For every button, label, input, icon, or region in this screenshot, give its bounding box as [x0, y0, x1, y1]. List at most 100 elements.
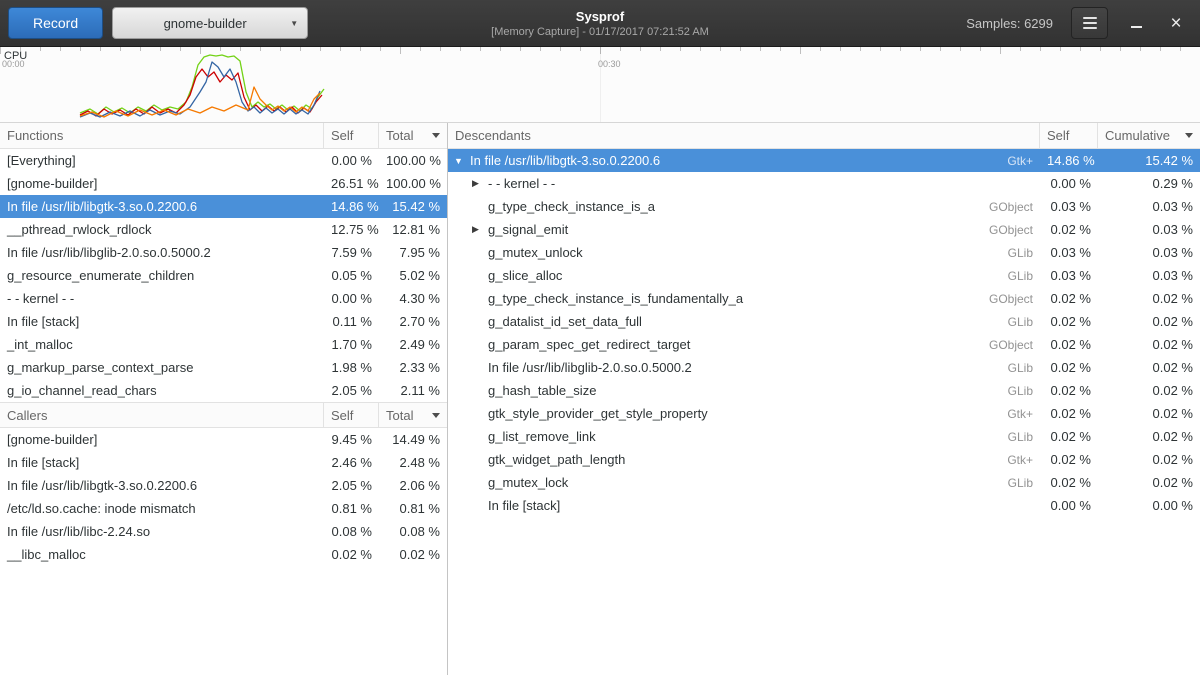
- table-row[interactable]: In file [stack]0.11 %2.70 %: [0, 310, 447, 333]
- expander-open-icon[interactable]: ▼: [454, 156, 467, 166]
- descendant-name-cell: In file /usr/lib/libglib-2.0.so.0.5000.2…: [448, 360, 1040, 375]
- table-row[interactable]: __libc_malloc0.02 %0.02 %: [0, 543, 447, 566]
- close-icon: ×: [1170, 14, 1181, 33]
- table-row[interactable]: In file /usr/lib/libglib-2.0.so.0.5000.2…: [0, 241, 447, 264]
- function-name: __libc_malloc: [0, 547, 324, 562]
- column-header-cumulative[interactable]: Cumulative: [1098, 123, 1200, 148]
- function-name: In file /usr/lib/libglib-2.0.so.0.5000.2: [0, 245, 324, 260]
- function-name: _int_malloc: [0, 337, 324, 352]
- table-row[interactable]: [Everything]0.00 %100.00 %: [0, 149, 447, 172]
- descendant-name-cell: g_type_check_instance_is_aGObject: [448, 199, 1040, 214]
- table-row[interactable]: g_mutex_unlockGLib0.03 %0.03 %: [448, 241, 1200, 264]
- table-row[interactable]: g_mutex_lockGLib0.02 %0.02 %: [448, 471, 1200, 494]
- table-row[interactable]: g_io_channel_read_chars2.05 %2.11 %: [0, 379, 447, 402]
- library-badge: GObject: [979, 223, 1033, 237]
- table-row[interactable]: ▼In file /usr/lib/libgtk-3.so.0.2200.6Gt…: [448, 149, 1200, 172]
- self-percent: 0.00 %: [1040, 498, 1098, 513]
- descendant-name-cell: g_hash_table_sizeGLib: [448, 383, 1040, 398]
- cumulative-percent: 0.02 %: [1098, 452, 1200, 467]
- self-percent: 9.45 %: [324, 432, 379, 447]
- chevron-down-icon: ▼: [290, 19, 298, 28]
- column-label: Descendants: [455, 128, 531, 143]
- table-row[interactable]: - - kernel - -0.00 %4.30 %: [0, 287, 447, 310]
- table-row[interactable]: g_param_spec_get_redirect_targetGObject0…: [448, 333, 1200, 356]
- function-name: g_mutex_unlock: [488, 245, 583, 260]
- table-row[interactable]: g_slice_allocGLib0.03 %0.03 %: [448, 264, 1200, 287]
- table-row[interactable]: In file [stack]2.46 %2.48 %: [0, 451, 447, 474]
- function-name: g_type_check_instance_is_fundamentally_a: [488, 291, 743, 306]
- column-header-total[interactable]: Total: [379, 403, 447, 427]
- main-content: Functions Self Total [Everything]0.00 %1…: [0, 123, 1200, 675]
- total-percent: 15.42 %: [379, 199, 447, 214]
- column-header-self[interactable]: Self: [324, 403, 379, 427]
- table-row[interactable]: [gnome-builder]9.45 %14.49 %: [0, 428, 447, 451]
- function-name: In file /usr/lib/libglib-2.0.so.0.5000.2: [488, 360, 692, 375]
- table-row[interactable]: In file /usr/lib/libgtk-3.so.0.2200.62.0…: [0, 474, 447, 497]
- total-percent: 14.49 %: [379, 432, 447, 447]
- column-header-descendants[interactable]: Descendants: [448, 123, 1040, 148]
- library-badge: GLib: [998, 476, 1033, 490]
- table-row[interactable]: In file /usr/lib/libc-2.24.so0.08 %0.08 …: [0, 520, 447, 543]
- table-row[interactable]: g_type_check_instance_is_aGObject0.03 %0…: [448, 195, 1200, 218]
- function-name: In file /usr/lib/libgtk-3.so.0.2200.6: [470, 153, 660, 168]
- sysprof-window: Record gnome-builder ▼ Sysprof [Memory C…: [0, 0, 1200, 675]
- total-percent: 2.70 %: [379, 314, 447, 329]
- table-row[interactable]: g_datalist_id_set_data_fullGLib0.02 %0.0…: [448, 310, 1200, 333]
- table-row[interactable]: gtk_widget_path_lengthGtk+0.02 %0.02 %: [448, 448, 1200, 471]
- table-row[interactable]: g_hash_table_sizeGLib0.02 %0.02 %: [448, 379, 1200, 402]
- total-percent: 7.95 %: [379, 245, 447, 260]
- descendant-name-cell: gtk_widget_path_lengthGtk+: [448, 452, 1040, 467]
- total-percent: 0.02 %: [379, 547, 447, 562]
- total-percent: 0.81 %: [379, 501, 447, 516]
- table-row[interactable]: g_type_check_instance_is_fundamentally_a…: [448, 287, 1200, 310]
- function-name: g_datalist_id_set_data_full: [488, 314, 642, 329]
- table-row[interactable]: In file [stack] 0.00 %0.00 %: [448, 494, 1200, 517]
- cumulative-percent: 0.02 %: [1098, 314, 1200, 329]
- total-percent: 2.48 %: [379, 455, 447, 470]
- table-row[interactable]: ▶- - kernel - -0.00 %0.29 %: [448, 172, 1200, 195]
- self-percent: 0.03 %: [1040, 199, 1098, 214]
- cpu-timeline[interactable]: CPU 00:00 00:30: [0, 47, 1200, 123]
- column-header-self[interactable]: Self: [324, 123, 379, 148]
- column-header-self[interactable]: Self: [1040, 123, 1098, 148]
- table-row[interactable]: _int_malloc1.70 %2.49 %: [0, 333, 447, 356]
- table-row[interactable]: /etc/ld.so.cache: inode mismatch0.81 %0.…: [0, 497, 447, 520]
- sort-descending-icon: [432, 133, 440, 138]
- menu-button[interactable]: [1071, 7, 1108, 39]
- library-badge: GLib: [998, 269, 1033, 283]
- library-badge: Gtk+: [997, 407, 1033, 421]
- table-row[interactable]: g_list_remove_linkGLib0.02 %0.02 %: [448, 425, 1200, 448]
- function-name: In file [stack]: [488, 498, 560, 513]
- table-row[interactable]: __pthread_rwlock_rdlock12.75 %12.81 %: [0, 218, 447, 241]
- column-header-callers[interactable]: Callers: [0, 403, 324, 427]
- table-row[interactable]: g_markup_parse_context_parse1.98 %2.33 %: [0, 356, 447, 379]
- table-row[interactable]: [gnome-builder]26.51 %100.00 %: [0, 172, 447, 195]
- self-percent: 0.11 %: [324, 314, 379, 329]
- cumulative-percent: 0.00 %: [1098, 498, 1200, 513]
- expander-closed-icon[interactable]: ▶: [472, 224, 485, 235]
- total-percent: 4.30 %: [379, 291, 447, 306]
- descendant-name-cell: ▼In file /usr/lib/libgtk-3.so.0.2200.6Gt…: [448, 153, 1040, 168]
- table-row[interactable]: In file /usr/lib/libgtk-3.so.0.2200.614.…: [0, 195, 447, 218]
- table-row[interactable]: ▶g_signal_emitGObject0.02 %0.03 %: [448, 218, 1200, 241]
- descendants-rows: ▼In file /usr/lib/libgtk-3.so.0.2200.6 Gt…: [448, 149, 1200, 517]
- minimize-button[interactable]: [1122, 7, 1150, 39]
- column-header-functions[interactable]: Functions: [0, 123, 324, 148]
- library-badge: GObject: [979, 200, 1033, 214]
- callers-header-row: Callers Self Total: [0, 402, 447, 428]
- column-header-total[interactable]: Total: [379, 123, 447, 148]
- self-percent: 14.86 %: [324, 199, 379, 214]
- close-button[interactable]: ×: [1162, 7, 1190, 39]
- process-selector-dropdown[interactable]: gnome-builder ▼: [112, 7, 308, 39]
- function-name: In file [stack]: [0, 314, 324, 329]
- cumulative-percent: 0.02 %: [1098, 383, 1200, 398]
- record-button[interactable]: Record: [8, 7, 103, 39]
- library-badge: GLib: [998, 430, 1033, 444]
- cumulative-percent: 0.29 %: [1098, 176, 1200, 191]
- expander-closed-icon[interactable]: ▶: [472, 178, 485, 189]
- table-row[interactable]: g_resource_enumerate_children0.05 %5.02 …: [0, 264, 447, 287]
- table-row[interactable]: gtk_style_provider_get_style_propertyGtk…: [448, 402, 1200, 425]
- self-percent: 0.02 %: [1040, 429, 1098, 444]
- table-row[interactable]: In file /usr/lib/libglib-2.0.so.0.5000.2…: [448, 356, 1200, 379]
- column-label: Total: [386, 408, 413, 423]
